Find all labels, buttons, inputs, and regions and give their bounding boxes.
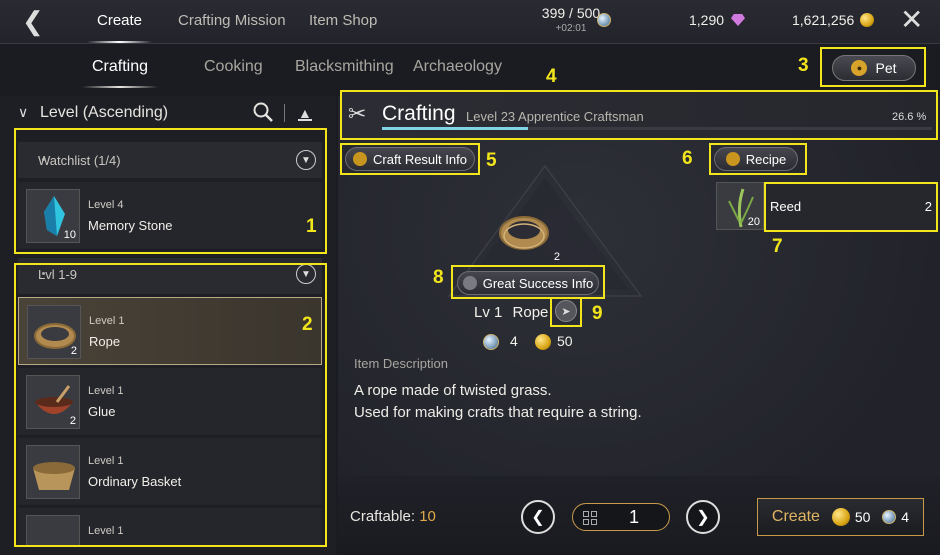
description-label: Item Description: [354, 356, 448, 371]
gem-count: 1,290: [689, 12, 725, 28]
quantity-stepper[interactable]: 1: [572, 503, 670, 531]
item-title: Lv 1 Rope: [474, 304, 548, 321]
close-icon[interactable]: ✕: [900, 6, 923, 34]
highlight-box-7: [764, 182, 938, 232]
item-qty: 2: [553, 251, 560, 263]
quantity-value: 1: [629, 507, 640, 527]
create-silver-cost: 4: [901, 509, 910, 525]
silver-coin-icon: [483, 334, 499, 350]
cost-gold: 50: [557, 333, 573, 349]
subtab-blacksmithing[interactable]: Blacksmithing: [295, 58, 394, 76]
rope-coil-icon: [499, 216, 549, 250]
item-description: A rope made of twisted grass. Used for m…: [354, 380, 642, 424]
tab-create[interactable]: Create: [86, 12, 153, 43]
highlight-box-9: [550, 297, 582, 327]
sort-chevron-icon[interactable]: ∨: [18, 104, 28, 121]
sort-direction-icon[interactable]: ▲: [298, 105, 312, 121]
craftable-count: 10: [419, 508, 436, 525]
annotation-2: 2: [302, 314, 313, 335]
annotation-1: 1: [306, 216, 317, 237]
subtab-cooking[interactable]: Cooking: [204, 58, 263, 76]
stamina-value: 399 / 500: [541, 5, 601, 21]
cost-silver: 4: [510, 333, 518, 349]
create-label: Create: [771, 508, 820, 525]
subtab-crafting[interactable]: Crafting: [81, 58, 159, 88]
reed-icon: 20: [716, 182, 764, 230]
highlight-box-1: [14, 128, 327, 254]
craftable-label: Craftable:: [350, 508, 416, 525]
search-icon[interactable]: [252, 101, 274, 123]
annotation-4: 4: [546, 66, 557, 87]
tab-item-shop[interactable]: Item Shop: [309, 12, 377, 29]
material-qty: 20: [747, 216, 760, 228]
annotation-6: 6: [682, 148, 693, 169]
divider: [284, 104, 285, 122]
item-lv: Lv 1: [474, 304, 503, 321]
annotation-3: 3: [798, 55, 809, 76]
gold-count: 1,621,256: [792, 12, 855, 28]
grid-icon[interactable]: [583, 511, 597, 525]
selected-item-rope-icon: 2: [494, 203, 560, 263]
increase-button[interactable]: ❯: [686, 500, 720, 534]
description-line: A rope made of twisted grass.: [354, 382, 552, 399]
create-gold-cost: 50: [854, 509, 871, 525]
back-arrow-icon[interactable]: ❮: [22, 8, 44, 34]
highlight-box-6: [709, 143, 807, 175]
gold-coin-icon: [831, 508, 850, 526]
sort-label[interactable]: Level (Ascending): [40, 104, 168, 122]
create-button[interactable]: Create 50 4: [757, 498, 924, 536]
craftable-text: Craftable: 10: [350, 508, 436, 525]
annotation-9: 9: [592, 303, 603, 324]
description-line: Used for making crafts that require a st…: [354, 404, 642, 421]
decrease-button[interactable]: ❮: [521, 500, 555, 534]
silver-coin-icon: [597, 13, 611, 27]
annotation-8: 8: [433, 267, 444, 288]
annotation-7: 7: [772, 236, 783, 257]
gold-coin-icon: [860, 13, 874, 27]
subtab-archaeology[interactable]: Archaeology: [413, 58, 502, 76]
gold-coin-icon: [535, 334, 551, 350]
tab-crafting-mission[interactable]: Crafting Mission: [178, 12, 286, 29]
silver-coin-icon: [882, 510, 897, 524]
highlight-box-4: [340, 90, 938, 140]
highlight-box-3: [820, 47, 926, 87]
highlight-box-8: [451, 265, 605, 299]
item-name: Rope: [512, 304, 549, 321]
highlight-box-2: [14, 263, 327, 547]
